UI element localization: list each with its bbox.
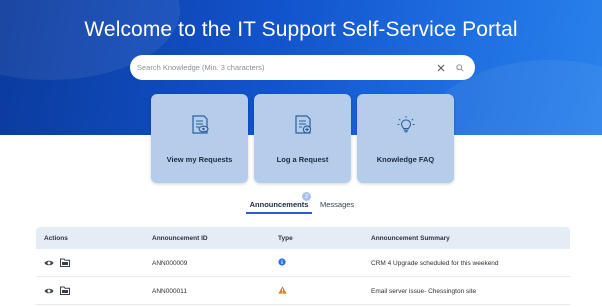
column-header: Announcement ID [152, 235, 208, 242]
count-badge: 2 [302, 192, 311, 201]
table-header: Actions Announcement ID Type Announcemen… [36, 227, 570, 249]
folder-icon[interactable] [60, 258, 70, 267]
column-header: Announcement Summary [371, 235, 450, 242]
info-icon [278, 258, 286, 268]
tab-announcements[interactable]: Announcements 2 [246, 192, 312, 214]
eye-icon[interactable] [44, 287, 54, 295]
document-add-icon [294, 115, 311, 134]
tab-messages[interactable]: Messages [320, 200, 354, 214]
row-actions [44, 258, 70, 267]
table-row[interactable]: ANN000011 Email server issue- Chessingto… [36, 277, 570, 305]
column-header: Type [278, 235, 293, 242]
announcement-id: ANN000009 [152, 260, 188, 267]
announcement-id: ANN000011 [152, 288, 187, 295]
card-label: View my Requests [166, 155, 233, 164]
announcement-summary: Email server issue- Chessington site [371, 288, 477, 295]
tab-bar: Announcements 2 Messages [246, 192, 354, 214]
lightbulb-icon [397, 116, 414, 133]
search-icon[interactable] [455, 63, 465, 73]
tab-label: Messages [320, 200, 355, 209]
card-label: Log a Request [276, 155, 329, 164]
eye-icon[interactable] [44, 259, 54, 267]
folder-icon[interactable] [60, 286, 70, 295]
announcement-summary: CRM 4 Upgrade scheduled for this weekend [371, 260, 499, 267]
knowledge-faq-card[interactable]: Knowledge FAQ [357, 94, 454, 183]
row-actions [44, 286, 70, 295]
page-title: Welcome to the IT Support Self-Service P… [84, 18, 518, 41]
search-bar [130, 55, 475, 80]
card-label: Knowledge FAQ [376, 155, 435, 164]
close-icon[interactable] [435, 62, 447, 74]
view-requests-card[interactable]: View my Requests [151, 94, 248, 183]
column-header: Actions [44, 235, 68, 242]
log-request-card[interactable]: Log a Request [254, 94, 351, 183]
warning-icon [278, 286, 287, 296]
tab-label: Announcements [249, 200, 309, 209]
document-view-icon [191, 115, 209, 134]
table-row[interactable]: ANN000009 CRM 4 Upgrade scheduled for th… [36, 249, 570, 277]
search-input[interactable] [137, 63, 435, 72]
announcements-table: Actions Announcement ID Type Announcemen… [36, 227, 570, 305]
